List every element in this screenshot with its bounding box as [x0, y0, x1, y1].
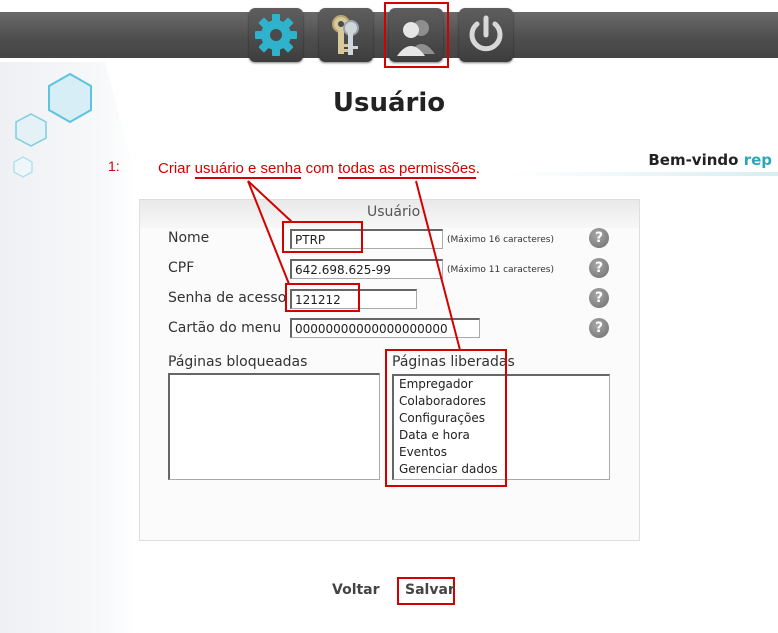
annotation-arrows: [247, 180, 461, 351]
back-button[interactable]: Voltar: [332, 582, 380, 598]
save-button[interactable]: Salvar: [405, 582, 455, 598]
